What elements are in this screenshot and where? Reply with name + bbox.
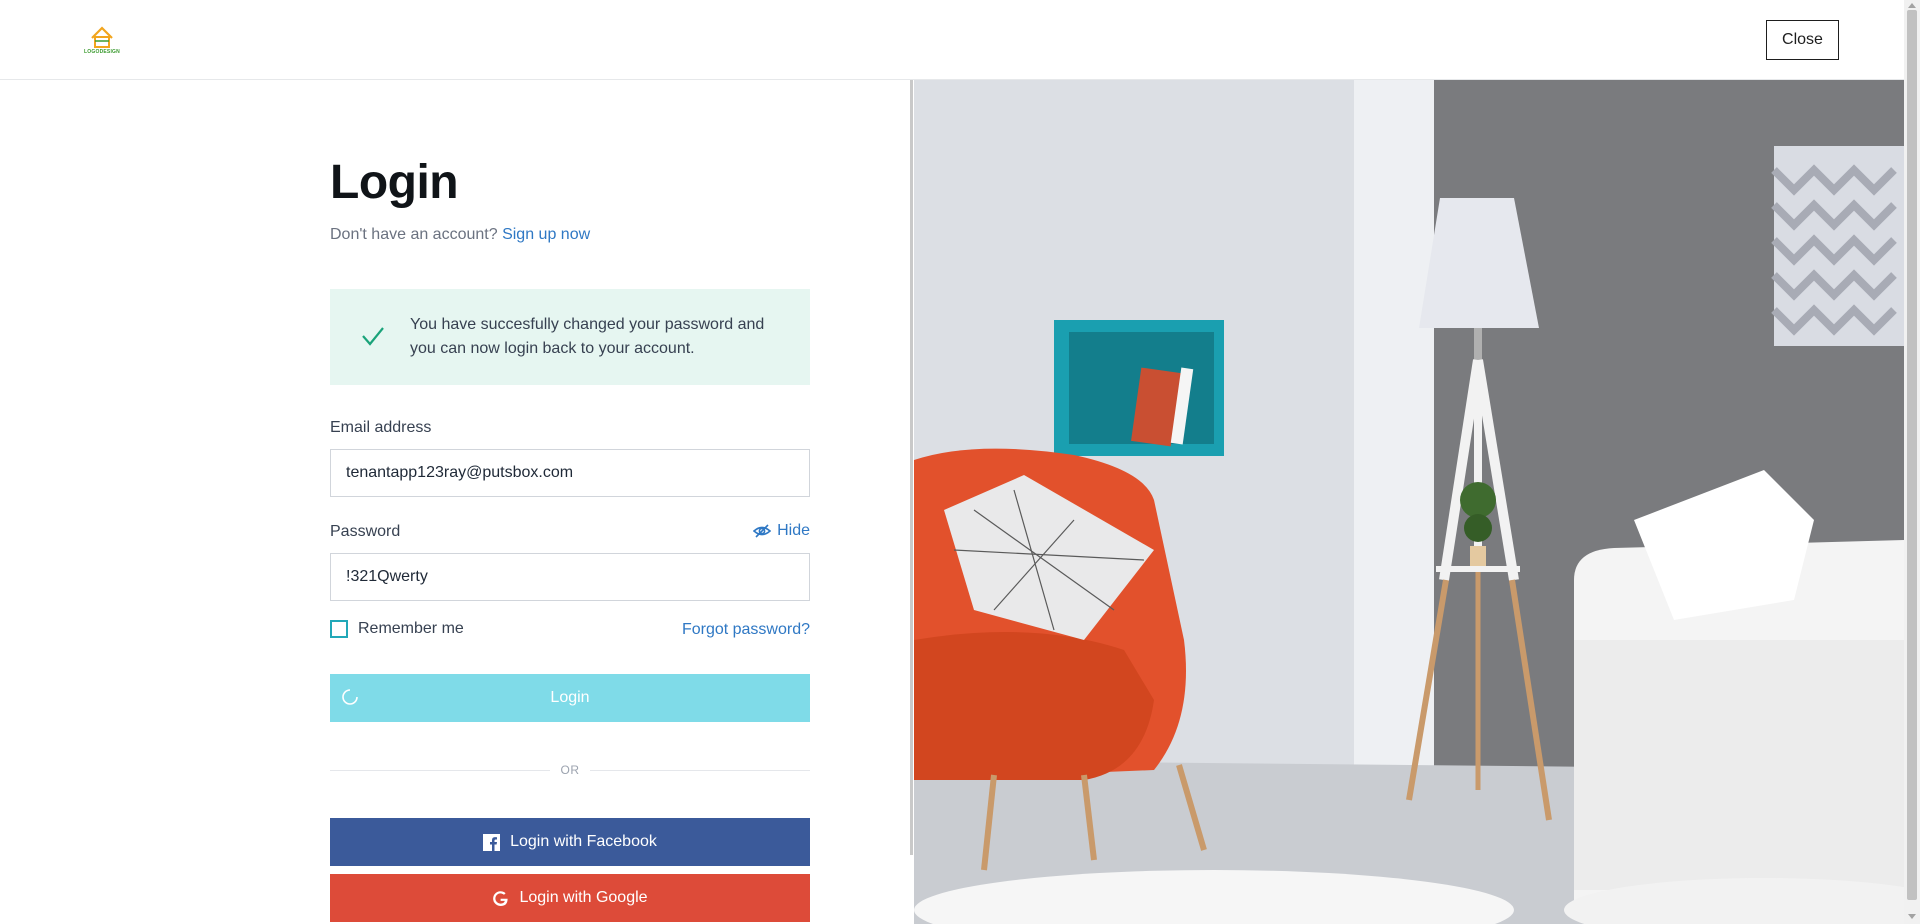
- logo-text: LOGODESIGN: [84, 49, 120, 55]
- scroll-up-arrow-icon[interactable]: [1908, 3, 1916, 8]
- hide-label: Hide: [777, 522, 810, 539]
- hide-password-toggle[interactable]: Hide: [753, 522, 810, 540]
- success-alert: You have succesfully changed your passwo…: [330, 289, 810, 385]
- google-label: Login with Google: [519, 889, 648, 906]
- remember-me-checkbox[interactable]: [330, 620, 348, 638]
- checkmark-icon: [362, 327, 384, 346]
- login-google-button[interactable]: Login with Google: [330, 874, 810, 922]
- facebook-icon: [483, 833, 501, 851]
- signup-prompt-text: Don't have an account?: [330, 226, 498, 243]
- or-divider: OR: [330, 760, 810, 780]
- facebook-label: Login with Facebook: [510, 833, 657, 850]
- loading-spinner-icon: [342, 689, 358, 705]
- email-label: Email address: [330, 419, 432, 436]
- eye-slash-icon: [753, 524, 772, 538]
- remember-me[interactable]: Remember me: [330, 620, 464, 638]
- login-facebook-button[interactable]: Login with Facebook: [330, 818, 810, 866]
- forgot-password-link[interactable]: Forgot password?: [682, 621, 810, 639]
- signup-prompt: Don't have an account? Sign up now: [330, 226, 590, 244]
- or-text: OR: [560, 763, 580, 777]
- top-header: LOGODESIGN Close: [0, 0, 1904, 80]
- logo[interactable]: LOGODESIGN: [82, 22, 122, 58]
- scroll-down-arrow-icon[interactable]: [1908, 914, 1916, 919]
- page-title: Login: [330, 156, 459, 209]
- panel-divider: [910, 80, 913, 855]
- close-button[interactable]: Close: [1766, 20, 1839, 60]
- remember-me-label: Remember me: [358, 620, 464, 637]
- login-button-label: Login: [550, 689, 590, 706]
- password-input[interactable]: [330, 553, 810, 601]
- login-button[interactable]: Login: [330, 674, 810, 722]
- signup-link[interactable]: Sign up now: [502, 226, 590, 243]
- living-room-image: [914, 80, 1904, 924]
- page-scrollbar[interactable]: [1904, 0, 1920, 924]
- scroll-thumb[interactable]: [1907, 10, 1917, 900]
- email-input[interactable]: [330, 449, 810, 497]
- alert-message: You have succesfully changed your passwo…: [410, 316, 765, 357]
- google-icon: [493, 890, 509, 906]
- password-label: Password: [330, 523, 401, 540]
